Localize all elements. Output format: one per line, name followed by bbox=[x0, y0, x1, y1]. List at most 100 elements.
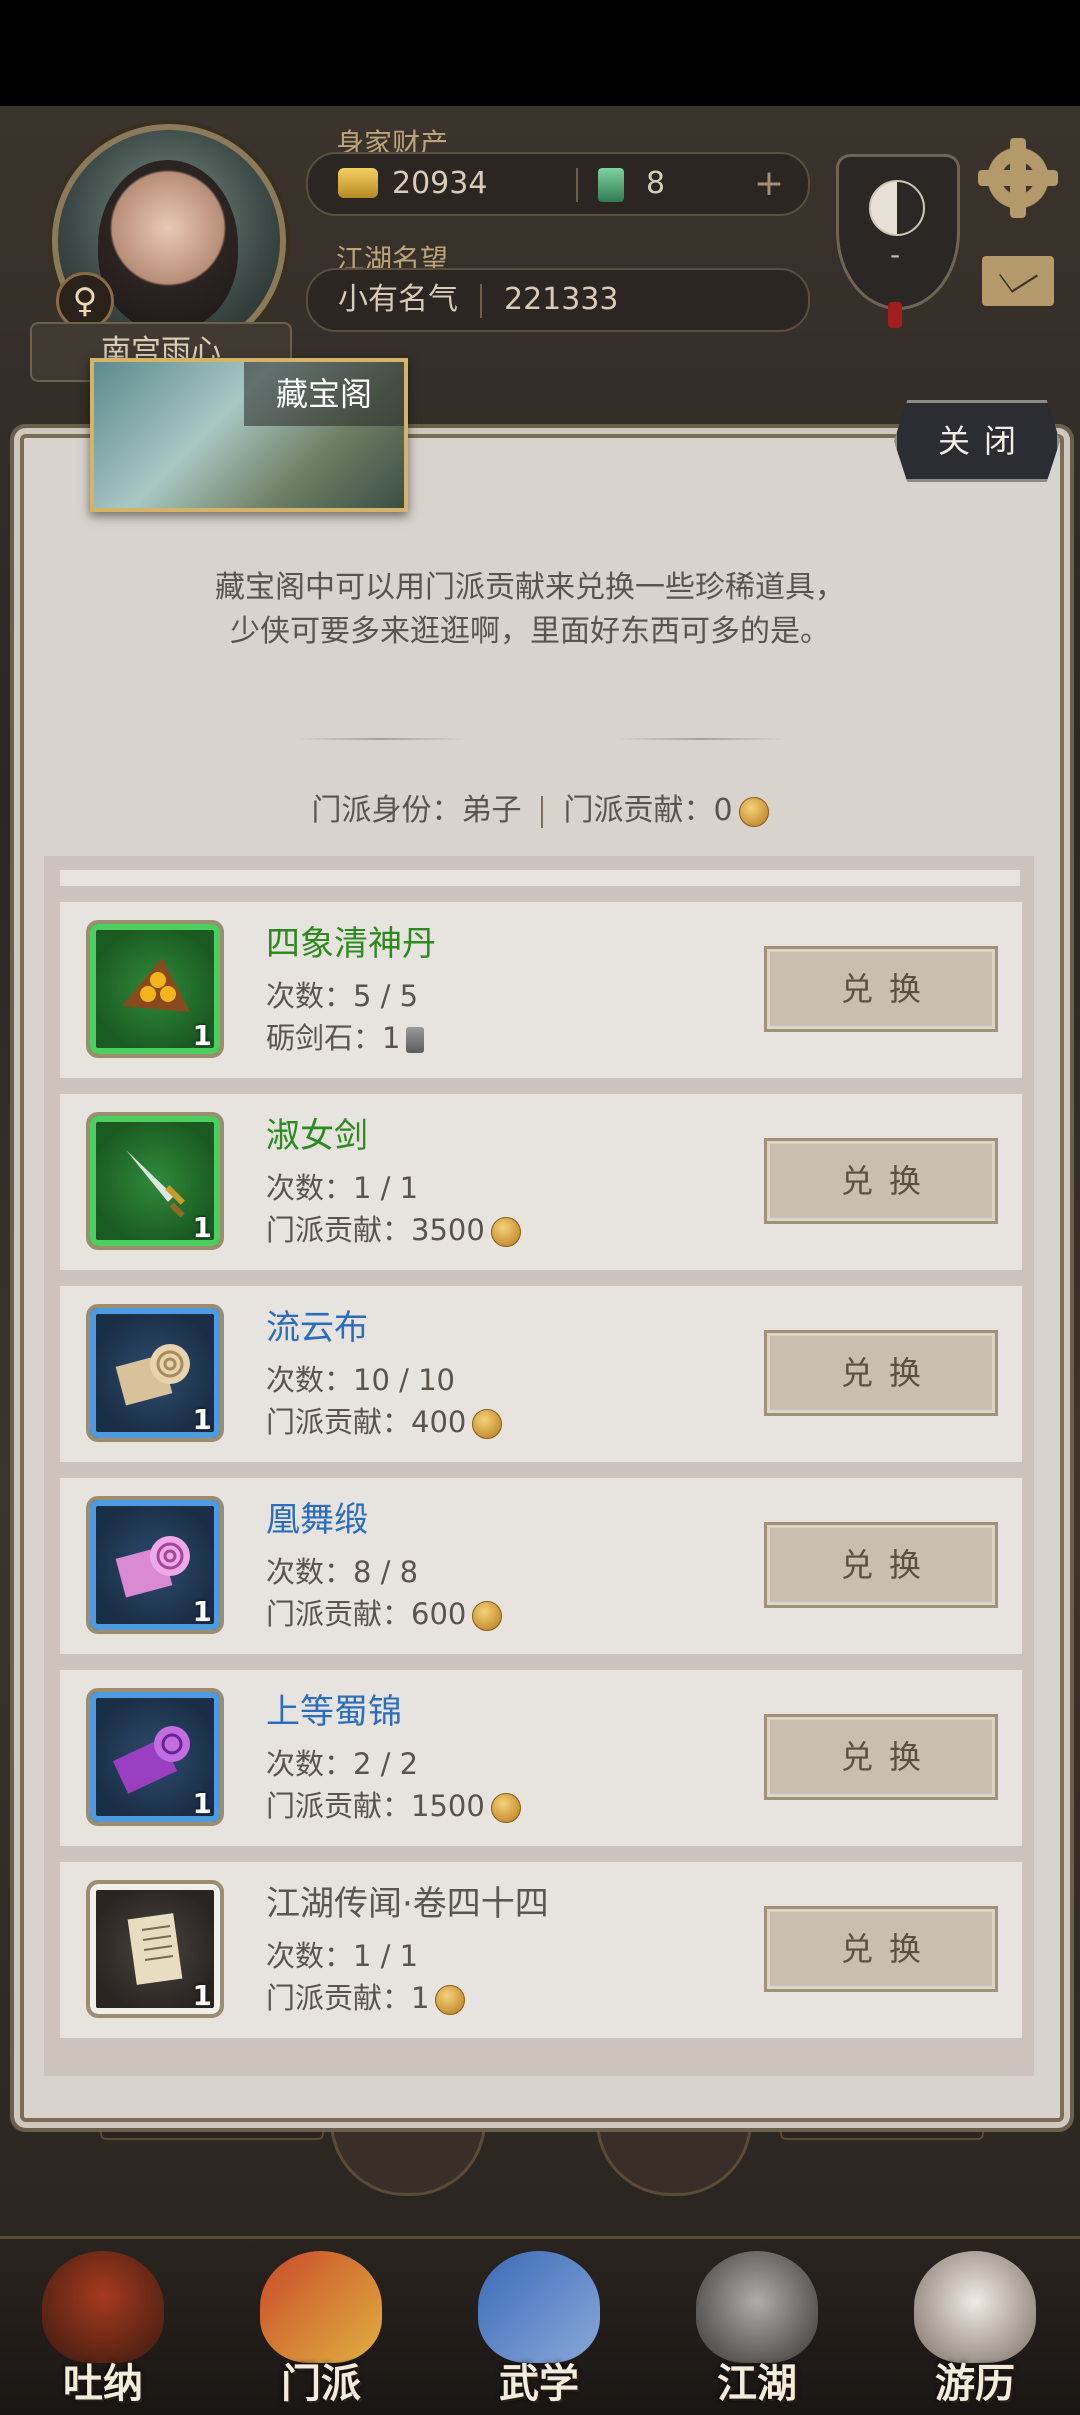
scroll-paper-icon bbox=[127, 1913, 183, 1985]
tassel-icon bbox=[888, 302, 902, 328]
item-quantity: 1 bbox=[192, 1019, 212, 1052]
jade-icon bbox=[598, 168, 624, 202]
exchange-button[interactable]: 兑换 bbox=[764, 946, 998, 1032]
brocade-roll-purple-icon bbox=[112, 1726, 190, 1794]
status-bar bbox=[0, 0, 1080, 106]
item-cost-text: 门派贡献：1500 bbox=[266, 1789, 485, 1823]
item-name: 凰舞缎 bbox=[266, 1500, 368, 1540]
close-button[interactable]: 关闭 bbox=[894, 400, 1060, 482]
nav-label: 门派 bbox=[281, 2361, 361, 2407]
item-quantity: 1 bbox=[192, 1211, 212, 1244]
nav-label: 武学 bbox=[499, 2361, 579, 2407]
list-item: 1 凰舞缎 次数：8 / 8 门派贡献：600 兑换 bbox=[60, 1478, 1022, 1654]
fame-bar: 小有名气 221333 bbox=[306, 268, 810, 332]
item-cost-text: 门派贡献：600 bbox=[266, 1597, 467, 1631]
item-icon-frame[interactable]: 1 bbox=[86, 920, 224, 1058]
taiji-level: - bbox=[889, 238, 901, 271]
item-quantity: 1 bbox=[192, 1979, 212, 2012]
list-item: 1 江湖传闻·卷四十四 次数：1 / 1 门派贡献：1 兑换 bbox=[60, 1862, 1022, 2038]
contribution-coin-icon bbox=[490, 1217, 521, 1247]
taiji-icon bbox=[869, 180, 925, 236]
item-icon-frame[interactable]: 1 bbox=[86, 1304, 224, 1442]
mail-icon[interactable] bbox=[982, 256, 1054, 306]
ornament-right bbox=[616, 738, 786, 740]
cloth-roll-tan-icon bbox=[115, 1344, 190, 1406]
item-name: 上等蜀锦 bbox=[266, 1692, 402, 1732]
item-icon-frame[interactable]: 1 bbox=[86, 1880, 224, 2018]
wealth-bar: 20934 8 + bbox=[306, 152, 810, 216]
add-currency-button[interactable]: + bbox=[754, 162, 784, 206]
gold-amount: 20934 bbox=[392, 166, 488, 201]
sect-banner-icon bbox=[260, 2251, 382, 2363]
item-cost-text: 砺剑石：1 bbox=[266, 1021, 401, 1055]
item-uses: 次数：8 / 8 bbox=[266, 1555, 419, 1589]
exchange-button[interactable]: 兑换 bbox=[764, 1906, 998, 1992]
nav-item-sect[interactable]: 门派 bbox=[246, 2239, 396, 2415]
exchange-button[interactable]: 兑换 bbox=[764, 1330, 998, 1416]
sect-identity: 门派身份：弟子 bbox=[311, 793, 522, 828]
sect-status-line: 门派身份：弟子 门派贡献：0 bbox=[0, 790, 1080, 832]
white-horse-icon bbox=[914, 2251, 1036, 2363]
item-icon-frame[interactable]: 1 bbox=[86, 1688, 224, 1826]
exchange-button[interactable]: 兑换 bbox=[764, 1714, 998, 1800]
martial-books-icon bbox=[478, 2251, 600, 2363]
sect-contribution: 门派贡献：0 bbox=[563, 793, 733, 828]
intro-line-1: 藏宝阁中可以用门派贡献来兑换一些珍稀道具， bbox=[215, 570, 845, 605]
silk-roll-pink-icon bbox=[115, 1536, 190, 1598]
item-uses: 次数：1 / 1 bbox=[266, 1171, 419, 1205]
item-uses: 次数：10 / 10 bbox=[266, 1363, 456, 1397]
meditation-figure-icon bbox=[42, 2251, 164, 2363]
item-name: 四象清神丹 bbox=[266, 924, 436, 964]
item-name: 江湖传闻·卷四十四 bbox=[266, 1884, 549, 1924]
item-name: 淑女剑 bbox=[266, 1116, 368, 1156]
sword-icon bbox=[126, 1150, 185, 1218]
item-icon-frame[interactable]: 1 bbox=[86, 1112, 224, 1250]
item-cost: 砺剑石：1 bbox=[266, 1018, 425, 1058]
item-icon-frame[interactable]: 1 bbox=[86, 1496, 224, 1634]
avatar bbox=[98, 160, 238, 330]
taiji-badge[interactable]: - bbox=[836, 134, 960, 328]
item-cost-text: 门派贡献：3500 bbox=[266, 1213, 485, 1247]
item-quantity: 1 bbox=[192, 1403, 212, 1436]
exchange-list[interactable]: 1 四象清神丹 次数：5 / 5 砺剑石：1 兑换 1 淑女剑 次数：1 / 1… bbox=[44, 856, 1034, 2076]
nav-label: 游历 bbox=[935, 2361, 1015, 2407]
list-item: 1 上等蜀锦 次数：2 / 2 门派贡献：1500 兑换 bbox=[60, 1670, 1022, 1846]
fame-title: 小有名气 bbox=[338, 282, 458, 317]
jade-amount: 8 bbox=[646, 166, 666, 201]
contribution-coin-icon bbox=[435, 1985, 466, 2015]
contribution-coin-icon bbox=[472, 1409, 503, 1439]
item-cost: 门派贡献：1500 bbox=[266, 1786, 521, 1826]
contribution-coin-icon bbox=[472, 1601, 503, 1631]
nav-item-travel[interactable]: 游历 bbox=[900, 2239, 1050, 2415]
bottom-nav: 吐纳 门派 武学 江湖 游历 bbox=[0, 2236, 1080, 2415]
divider bbox=[480, 284, 482, 318]
item-name: 流云布 bbox=[266, 1308, 368, 1348]
exchange-button[interactable]: 兑换 bbox=[764, 1138, 998, 1224]
exchange-button[interactable]: 兑换 bbox=[764, 1522, 998, 1608]
contribution-coin-icon bbox=[490, 1793, 521, 1823]
panel-title-banner: 藏宝阁 bbox=[90, 358, 408, 512]
panel-intro: 藏宝阁中可以用门派贡献来兑换一些珍稀道具， 少侠可要多来逛逛啊，里面好东西可多的… bbox=[60, 566, 1000, 654]
nav-item-martial[interactable]: 武学 bbox=[464, 2239, 614, 2415]
item-cost-text: 门派贡献：1 bbox=[266, 1981, 430, 2015]
nav-item-jianghu[interactable]: 江湖 bbox=[682, 2239, 832, 2415]
item-uses: 次数：1 / 1 bbox=[266, 1939, 419, 1973]
list-item: 1 淑女剑 次数：1 / 1 门派贡献：3500 兑换 bbox=[60, 1094, 1022, 1270]
nav-label: 江湖 bbox=[717, 2361, 797, 2407]
divider bbox=[541, 795, 544, 828]
panel-title: 藏宝阁 bbox=[244, 362, 404, 426]
whetstone-icon bbox=[406, 1027, 425, 1053]
gold-ingot-icon bbox=[338, 168, 378, 198]
list-scroll-edge bbox=[60, 870, 1020, 886]
item-cost: 门派贡献：600 bbox=[266, 1594, 503, 1634]
nav-label: 吐纳 bbox=[63, 2361, 143, 2407]
gear-icon[interactable] bbox=[978, 138, 1058, 218]
item-cost: 门派贡献：1 bbox=[266, 1978, 466, 2018]
fame-value: 221333 bbox=[504, 282, 619, 317]
ornament-left bbox=[296, 738, 466, 740]
item-cost-text: 门派贡献：400 bbox=[266, 1405, 467, 1439]
item-uses: 次数：2 / 2 bbox=[266, 1747, 419, 1781]
item-cost: 门派贡献：3500 bbox=[266, 1210, 521, 1250]
list-item: 1 四象清神丹 次数：5 / 5 砺剑石：1 兑换 bbox=[60, 902, 1022, 1078]
nav-item-tuna[interactable]: 吐纳 bbox=[28, 2239, 178, 2415]
